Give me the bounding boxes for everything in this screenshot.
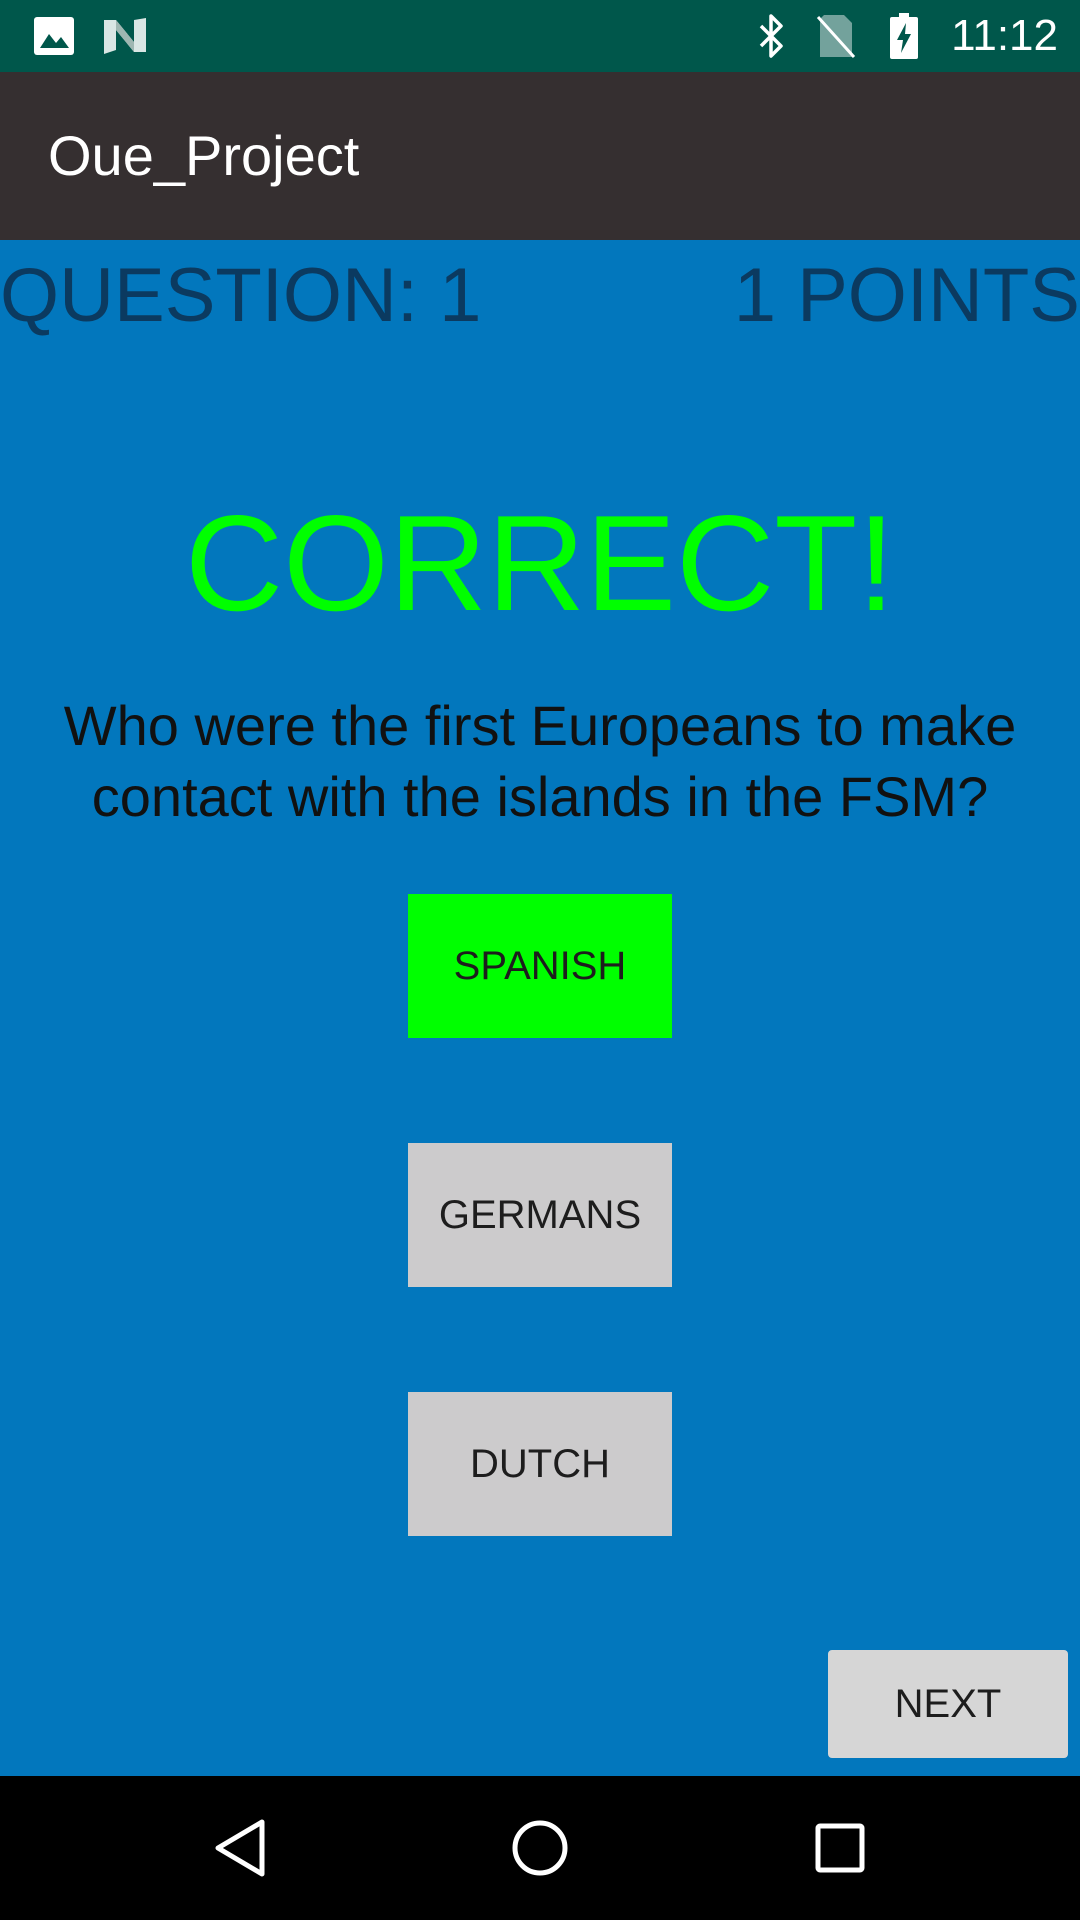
home-icon[interactable] [460,1776,620,1920]
answer-button-germans[interactable]: GERMANS [408,1143,672,1287]
app-bar: Oue_Project [0,72,1080,240]
no-sim-icon [812,0,860,72]
back-icon[interactable] [160,1776,320,1920]
question-text: Who were the first Europeans to make con… [63,694,1017,828]
answer-button-dutch[interactable]: DUTCH [408,1392,672,1536]
n-logo-icon [100,0,150,72]
status-bar: 11:12 [0,0,1080,72]
result-message: CORRECT! [184,487,896,639]
bluetooth-icon [752,0,792,72]
quiz-screen: QUESTION: 1 1 POINTS CORRECT! Who were t… [0,240,1080,1776]
answer-button-spanish[interactable]: SPANISH [408,894,672,1038]
image-icon [30,0,78,72]
navigation-bar [0,1776,1080,1920]
app-title: Oue_Project [48,124,360,187]
points-counter: 1 POINTS [733,253,1080,338]
question-number: QUESTION: 1 [0,253,482,338]
next-button[interactable]: NEXT [828,1650,1068,1758]
battery-charging-icon [886,0,922,72]
status-time: 11:12 [951,11,1058,60]
recents-icon[interactable] [760,1776,920,1920]
